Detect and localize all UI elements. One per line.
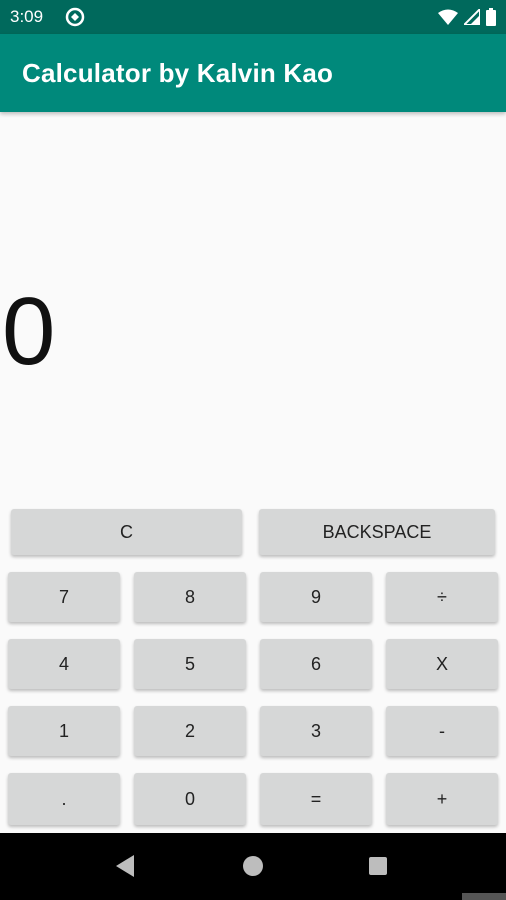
multiply-button[interactable]: X	[386, 639, 498, 689]
key-7[interactable]: 7	[8, 572, 120, 622]
clear-button[interactable]: C	[11, 509, 242, 555]
backspace-button[interactable]: BACKSPACE	[259, 509, 495, 555]
app-title: Calculator by Kalvin Kao	[22, 58, 334, 88]
subtract-button[interactable]: -	[386, 706, 498, 756]
home-icon[interactable]	[243, 856, 263, 876]
status-icons	[438, 8, 496, 26]
key-4[interactable]: 4	[8, 639, 120, 689]
key-2[interactable]: 2	[134, 706, 246, 756]
key-5[interactable]: 5	[134, 639, 246, 689]
wifi-icon	[438, 9, 458, 25]
key-1[interactable]: 1	[8, 706, 120, 756]
divide-button[interactable]: ÷	[386, 572, 498, 622]
app-bar: Calculator by Kalvin Kao	[0, 34, 506, 112]
equals-button[interactable]: =	[260, 773, 372, 825]
status-time: 3:09	[10, 7, 44, 26]
key-0[interactable]: 0	[134, 773, 246, 825]
key-6[interactable]: 6	[260, 639, 372, 689]
key-8[interactable]: 8	[134, 572, 246, 622]
display-value: 0	[2, 278, 56, 385]
back-icon[interactable]	[116, 855, 136, 877]
decimal-button[interactable]: .	[8, 773, 120, 825]
key-9[interactable]: 9	[260, 572, 372, 622]
calculator-display: 0	[0, 112, 506, 504]
navigation-bar	[0, 833, 506, 900]
add-button[interactable]: +	[386, 773, 498, 825]
signal-icon	[464, 9, 480, 25]
recents-icon[interactable]	[369, 857, 387, 875]
battery-icon	[486, 8, 496, 26]
status-bar: 3:09	[0, 0, 506, 34]
key-3[interactable]: 3	[260, 706, 372, 756]
sync-icon	[65, 7, 85, 27]
nav-strip	[462, 893, 506, 900]
